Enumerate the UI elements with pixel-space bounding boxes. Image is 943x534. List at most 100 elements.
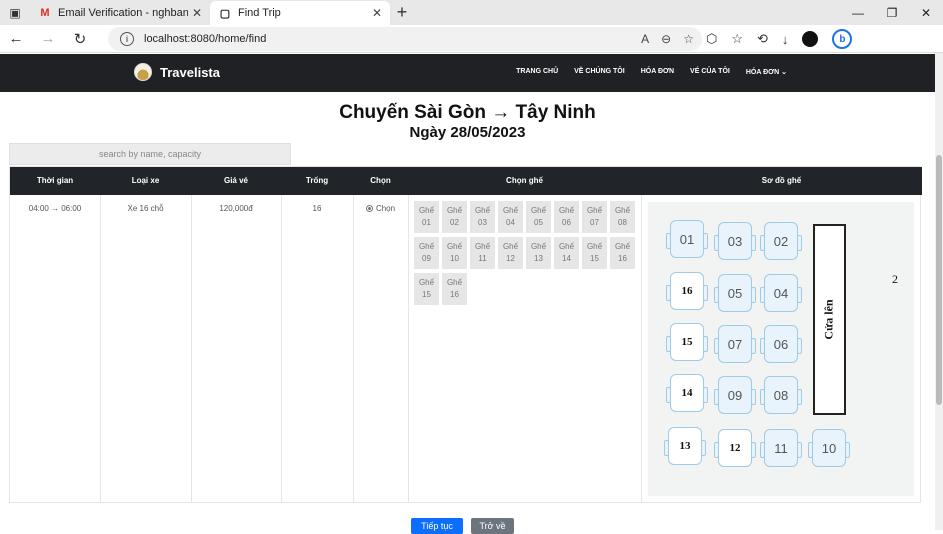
history-icon[interactable]: ⟲ [757,31,768,47]
map-seat[interactable]: 10 [808,429,850,467]
map-seat[interactable]: 14 [666,374,708,412]
favorites-icon[interactable]: ☆ [731,31,743,47]
close-tab-icon[interactable]: ✕ [372,6,382,20]
seat-option[interactable]: Ghế 06 [554,201,579,233]
map-seat[interactable]: 13 [664,427,706,465]
header-seat-map: Sơ đồ ghế [761,176,802,185]
menu-invoice-dropdown[interactable]: HÓA ĐƠN ⌄ [746,68,787,76]
menu-invoice[interactable]: HÓA ĐƠN [641,68,674,76]
seat-option[interactable]: Ghế 14 [554,237,579,269]
read-aloud-icon[interactable]: A [641,32,649,46]
seat-word: Ghế [474,242,491,251]
seat-option[interactable]: Ghế 12 [498,237,523,269]
menu-my-tickets[interactable]: VÉ CỦA TÔI [690,68,730,76]
seat-number: 07 [590,218,599,227]
seat-word: Ghế [530,206,547,215]
seat-word: Ghế [614,242,631,251]
map-seat[interactable]: 12 [714,429,756,467]
minimize-icon[interactable]: — [841,0,875,25]
cell-empty: 16 [312,204,322,213]
seat-word: Ghế [586,242,603,251]
tab-find-trip[interactable]: ▢ Find Trip ✕ [210,1,390,25]
header-choose-seat: Chọn ghế [506,176,543,185]
seat-word: Ghế [586,206,603,215]
seat-option[interactable]: Ghế 05 [526,201,551,233]
seat-option[interactable]: Ghế 04 [498,201,523,233]
seat-map: Cửa lên 01 03 02 16 05 04 15 07 06 14 09 08 13 12 11 10 [648,202,914,496]
seat-option[interactable]: Ghế 10 [442,237,467,269]
seat-word: Ghế [418,206,435,215]
column-divider [100,195,101,502]
map-seat[interactable]: 06 [760,325,802,363]
seat-option[interactable]: Ghế 11 [470,237,495,269]
url-bar[interactable]: i localhost:8080/home/find A ⊖ ☆ [108,27,702,51]
map-seat[interactable]: 11 [760,429,802,467]
seat-option[interactable]: Ghế 13 [526,237,551,269]
search-input[interactable]: search by name, capacity [9,143,291,165]
address-toolbar: ← → ↻ i localhost:8080/home/find A ⊖ ☆ ⬡… [0,25,943,53]
tab-actions-icon[interactable]: ▣ [0,0,30,25]
seat-word: Ghế [418,242,435,251]
seat-word: Ghế [474,206,491,215]
restore-icon[interactable]: ❐ [875,0,909,25]
seat-number: 15 [422,290,431,299]
map-seat[interactable]: 02 [760,222,802,260]
menu-about[interactable]: VỀ CHÚNG TÔI [574,68,625,76]
map-seat[interactable]: 07 [714,325,756,363]
new-tab-icon[interactable]: + [390,2,414,23]
menu-dropdown-label: HÓA ĐƠN [745,69,780,76]
map-seat[interactable]: 03 [714,222,756,260]
bing-icon[interactable]: b [832,29,853,49]
page-scrollbar[interactable] [935,53,943,530]
zoom-icon[interactable]: ⊖ [661,32,671,46]
cell-price: 120,000đ [219,204,253,213]
seat-word: Ghế [418,278,435,287]
map-seat[interactable]: 16 [666,272,708,310]
brand[interactable]: Travelista [134,63,220,81]
seat-number: 16 [618,254,627,263]
menu-home[interactable]: TRANG CHỦ [516,68,558,76]
map-seat[interactable]: 15 [666,323,708,361]
continue-button[interactable]: Tiếp tục [411,518,463,534]
download-icon[interactable]: ↓ [782,32,789,47]
door-label: Cửa lên [822,299,837,340]
seat-option[interactable]: Ghế 02 [442,201,467,233]
profile-avatar[interactable] [802,31,819,47]
main-menu: TRANG CHỦ VỀ CHÚNG TÔI HÓA ĐƠN VÉ CỦA TÔ… [516,68,787,76]
map-seat[interactable]: 05 [714,274,756,312]
map-seat[interactable]: 01 [666,220,708,258]
info-icon[interactable]: i [120,32,134,46]
seat-word: Ghế [502,242,519,251]
favorite-add-icon[interactable]: ☆ [683,32,694,46]
seat-number: 13 [534,254,543,263]
tab-title: Email Verification - nghbangg19( [58,6,188,19]
map-seat[interactable]: 09 [714,376,756,414]
close-window-icon[interactable]: ✕ [909,0,943,25]
seat-option[interactable]: Ghế 08 [610,201,635,233]
seat-option[interactable]: Ghế 15 [414,273,439,305]
choose-radio[interactable]: Chọn [353,204,408,214]
scroll-thumb[interactable] [936,155,942,405]
close-tab-icon[interactable]: ✕ [192,6,202,20]
refresh-icon[interactable]: ↻ [64,30,96,48]
seat-option[interactable]: Ghế 03 [470,201,495,233]
extensions-icon[interactable]: ⬡ [706,31,717,47]
map-seat[interactable]: 04 [760,274,802,312]
tab-email-verification[interactable]: M Email Verification - nghbangg19( ✕ [30,0,210,25]
seat-option[interactable]: Ghế 07 [582,201,607,233]
map-seat[interactable]: 08 [760,376,802,414]
seat-option[interactable]: Ghế 16 [442,273,467,305]
back-button[interactable]: Trở về [471,518,514,534]
seat-option[interactable]: Ghế 16 [610,237,635,269]
header-time: Thời gian [36,176,74,185]
forward-icon[interactable]: → [32,30,64,47]
seat-word: Ghế [558,242,575,251]
url-text: localhost:8080/home/find [144,33,267,45]
radio-icon[interactable] [365,205,373,212]
brand-name: Travelista [160,64,220,80]
seat-word: Ghế [446,206,463,215]
seat-option[interactable]: Ghế 01 [414,201,439,233]
back-icon[interactable]: ← [0,30,32,47]
seat-option[interactable]: Ghế 15 [582,237,607,269]
seat-option[interactable]: Ghế 09 [414,237,439,269]
